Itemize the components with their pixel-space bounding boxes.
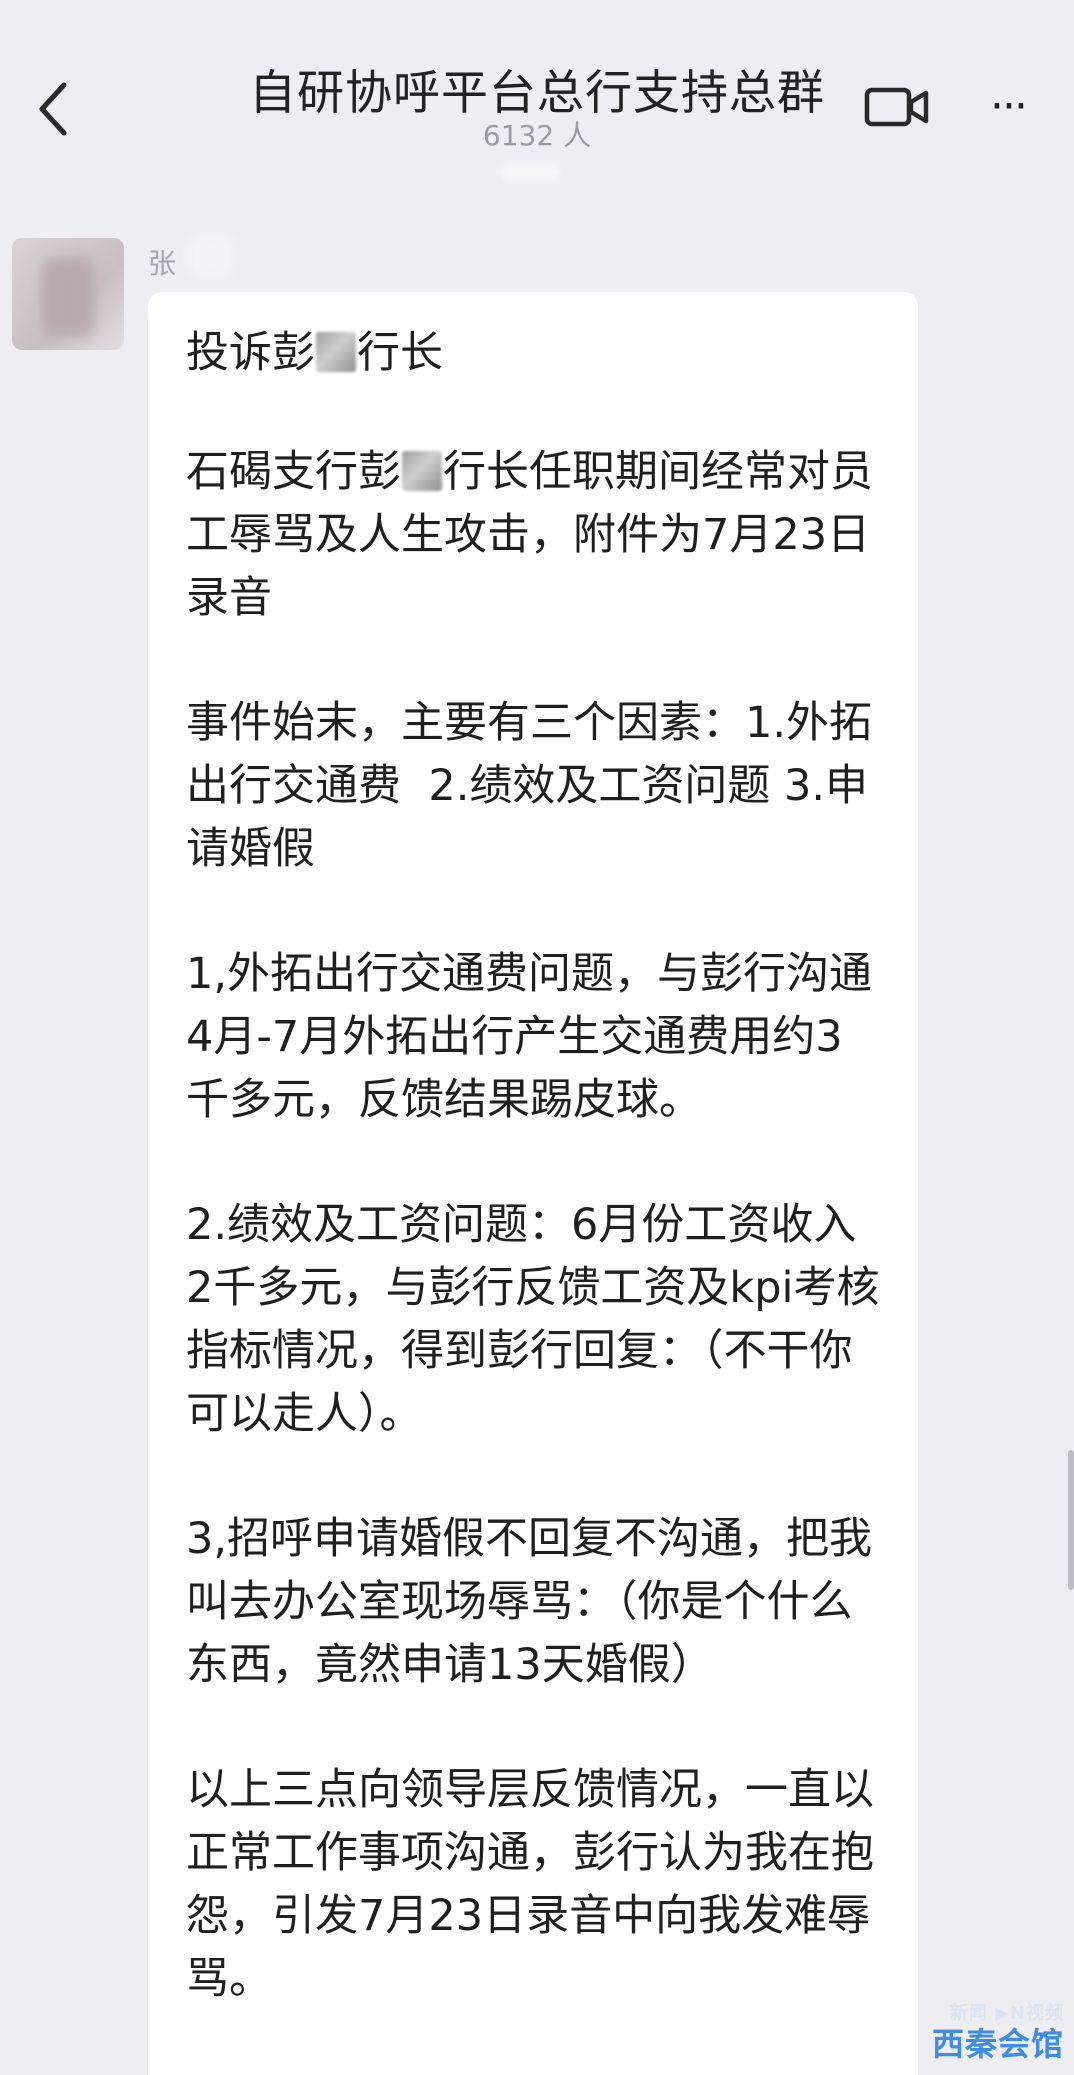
back-button[interactable] (28, 74, 78, 144)
watermark-bottom-text: 西秦会馆 (931, 2025, 1064, 2063)
message-paragraph: 石碣支行彭 行长任职期间经常对员工辱骂及人生攻击，附件为7月23日录音 (186, 447, 873, 623)
message-paragraph: 2.绩效及工资问题：6月份工资收入2千多元，与彭行反馈工资及kpi考核指标情况，… (186, 1200, 880, 1439)
sender-name-blur (188, 236, 234, 276)
sender-avatar[interactable] (12, 238, 124, 350)
blurred-subtitle (500, 164, 560, 180)
member-count: 6132 人 (482, 119, 592, 152)
mosaic-redaction (316, 332, 356, 372)
group-title: 自研协呼平台总行支持总群 (249, 66, 825, 121)
scrollbar[interactable] (1068, 1450, 1074, 1590)
message-bubble[interactable]: 投诉彭 行长 石碣支行彭 行长任职期间经常对员工辱骂及人生攻击，附件为7月23日录音… (148, 292, 918, 2075)
message-paragraph: 以上三点向领导层反馈情况，一直以正常工作事项沟通，彭行认为我在抱怨，引发7月23… (186, 1765, 874, 2004)
more-options-button[interactable]: ··· (978, 82, 1038, 132)
mosaic-redaction (402, 451, 442, 491)
chat-header: 自研协呼平台总行支持总群 6132 人 ··· (0, 0, 1074, 190)
watermark-logo: 新闻 ▶N视频 西秦会馆 (924, 1999, 1064, 2065)
chevron-left-icon (39, 82, 67, 136)
message-paragraph: 事件始末，主要有三个因素：1.外拓出行交通费 2.绩效及工资问题 3.申请婚假 (186, 698, 873, 874)
avatar-blur (42, 258, 94, 336)
sender-name: 张 (148, 247, 177, 280)
video-camera-icon (864, 87, 929, 127)
more-dots-icon: ··· (990, 81, 1028, 132)
message-paragraph: 投诉彭 行长 (186, 328, 443, 378)
message-paragraph: 3,招呼申请婚假不回复不沟通，把我叫去办公室现场辱骂：（你是个什么东西，竟然申请… (186, 1514, 873, 1690)
video-call-button[interactable] (864, 82, 930, 132)
message-paragraph: 1,外拓出行交通费问题，与彭行沟通4月-7月外拓出行产生交通费用约3千多元，反馈… (186, 949, 873, 1125)
